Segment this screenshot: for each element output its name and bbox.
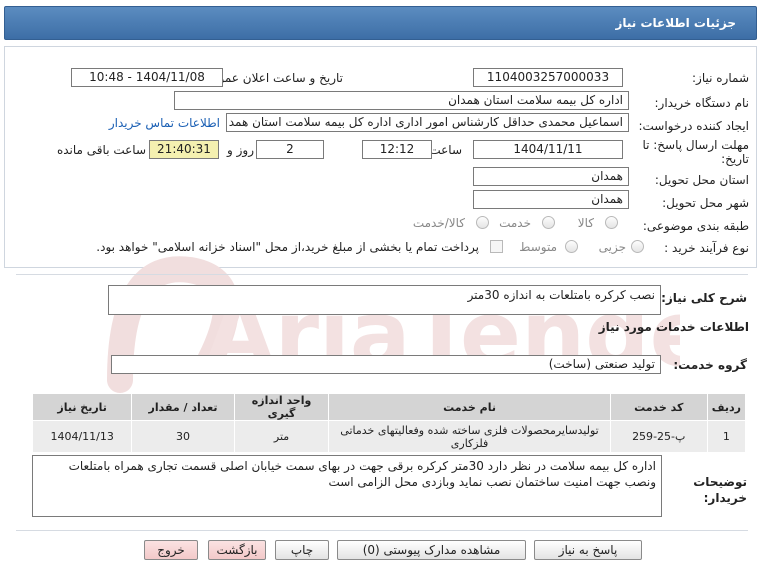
col-row-header: ردیف — [706, 393, 747, 421]
exit-button[interactable]: خروج — [144, 540, 198, 560]
category-label: طبقه بندی موضوعی: — [642, 219, 749, 233]
creator-field: اسماعیل محمدی حداقل کارشناس امور اداری ا… — [226, 113, 629, 132]
col-unit-header: واحد اندازه گیری — [233, 393, 330, 421]
buyer-org-field: اداره کل بیمه سلامت استان همدان — [174, 91, 629, 110]
print-button[interactable]: چاپ — [275, 540, 329, 560]
cell-qty: 30 — [131, 420, 235, 453]
notes-field: اداره کل بیمه سلامت در نظر دارد 30متر کر… — [32, 455, 662, 517]
view-attachments-button[interactable]: مشاهده مدارک پیوستی (0) — [337, 540, 526, 560]
col-qty-header: تعداد / مقدار — [131, 393, 235, 421]
buyer-contact-link[interactable]: اطلاعات تماس خریدار — [109, 116, 220, 130]
separator-2 — [16, 530, 748, 531]
category-goods-radio[interactable] — [605, 216, 618, 229]
cell-date: 1404/11/13 — [31, 420, 133, 453]
separator-1 — [16, 274, 748, 275]
city-field: همدان — [473, 190, 629, 209]
cell-name: تولیدسایرمحصولات فلزی ساخته شده وفعالیته… — [328, 420, 611, 453]
col-code-header: کد خدمت — [609, 393, 708, 421]
notes-label: توضیحات خریدار: — [693, 475, 747, 505]
category-service-label: خدمت — [499, 216, 531, 230]
creator-label: ایجاد کننده درخواست: — [638, 119, 749, 133]
deadline-label-2: تاریخ: — [721, 152, 749, 166]
category-both-label: کالا/خدمت — [412, 216, 465, 230]
service-group-label: گروه خدمت: — [673, 358, 747, 372]
city-label: شهر محل تحویل: — [662, 196, 749, 210]
services-heading: اطلاعات خدمات مورد نیاز — [598, 320, 749, 334]
remaining-time-field: 21:40:31 — [149, 140, 219, 159]
province-field: همدان — [473, 167, 629, 186]
time-label: ساعت — [429, 143, 462, 157]
days-label: روز و — [227, 143, 254, 157]
cell-unit: متر — [233, 420, 330, 453]
services-table: ردیف کد خدمت نام خدمت واحد اندازه گیری ت… — [31, 393, 747, 453]
summary-field: نصب کرکره بامتلعات به اندازه 30متر — [108, 285, 661, 315]
title-bar: جزئیات اطلاعات نیاز — [4, 6, 757, 40]
category-both-radio[interactable] — [476, 216, 489, 229]
deadline-time-field: 12:12 — [362, 140, 432, 159]
deadline-date-field: 1404/11/11 — [473, 140, 623, 159]
back-button[interactable]: بازگشت — [208, 540, 266, 560]
page-title: جزئیات اطلاعات نیاز — [615, 16, 736, 30]
service-group-field: تولید صنعتی (ساخت) — [111, 355, 661, 374]
days-field: 2 — [256, 140, 324, 159]
table-header-row: ردیف کد خدمت نام خدمت واحد اندازه گیری ت… — [31, 393, 747, 421]
category-goods-label: کالا — [577, 216, 594, 230]
province-label: استان محل تحویل: — [654, 173, 749, 187]
col-name-header: نام خدمت — [328, 393, 611, 421]
remaining-label: ساعت باقی مانده — [56, 143, 146, 157]
buyer-org-label: نام دستگاه خریدار: — [654, 96, 750, 110]
cell-row: 1 — [706, 420, 747, 453]
deadline-label-1: مهلت ارسال پاسخ: تا — [642, 138, 749, 152]
table-row: 1 پ-25-259 تولیدسایرمحصولات فلزی ساخته ش… — [31, 420, 747, 453]
need-number-label: شماره نیاز: — [692, 71, 749, 85]
col-date-header: تاریخ نیاز — [31, 393, 133, 421]
reply-button[interactable]: پاسخ به نیاز — [534, 540, 642, 560]
announce-field: 1404/11/08 - 10:48 — [71, 68, 223, 87]
need-number-field: 1104003257000033 — [473, 68, 623, 87]
cell-code: پ-25-259 — [609, 420, 708, 453]
category-service-radio[interactable] — [542, 216, 555, 229]
summary-label: شرح کلی نیاز: — [661, 291, 747, 305]
